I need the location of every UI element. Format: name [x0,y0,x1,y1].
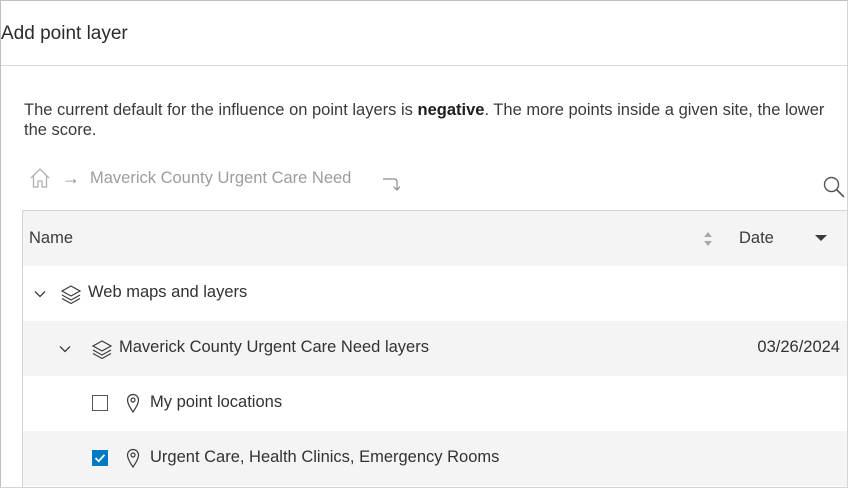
sort-icon[interactable] [702,229,714,249]
row-label: Maverick County Urgent Care Need layers [119,338,429,356]
table-row[interactable]: My point locations [23,376,847,431]
column-header-date[interactable]: Date [739,229,774,248]
chevron-down-icon[interactable] [33,287,47,301]
description-prefix: The current default for the influence on… [24,101,418,119]
row-label: My point locations [150,393,283,411]
add-point-layer-dialog: Add point layer The current default for … [0,0,848,488]
table-row[interactable]: Maverick County Urgent Care Need layers … [23,321,847,376]
layers-icon [60,285,82,305]
checkmark-icon [94,454,106,463]
chevron-down-icon[interactable] [58,342,72,356]
breadcrumb-current[interactable]: Maverick County Urgent Care Need [90,169,351,188]
table-header: Name Date [23,211,847,266]
map-pin-icon [126,393,140,413]
row-date: 03/26/2024 [757,338,840,356]
table-row[interactable]: Web maps and layers [23,266,847,321]
column-header-name[interactable]: Name [29,229,73,248]
row-label: Web maps and layers [88,283,248,301]
caret-down-icon[interactable] [814,233,828,243]
search-icon[interactable] [822,175,846,199]
map-pin-icon [126,448,140,468]
row-label: Urgent Care, Health Clinics, Emergency R… [150,448,500,466]
return-arrow-icon[interactable] [382,173,400,193]
layer-checkbox[interactable] [92,450,108,466]
description-emphasis: negative [417,101,485,119]
home-icon[interactable] [29,167,51,189]
breadcrumb-separator: → [62,168,80,188]
dialog-title: Add point layer [1,23,128,44]
layer-checkbox[interactable] [92,395,108,411]
content-table: Name Date Web maps and layers Maverick C… [22,210,847,487]
title-divider [1,65,847,66]
layers-icon [91,340,113,360]
dialog-description: The current default for the influence on… [24,100,846,140]
table-row[interactable]: Urgent Care, Health Clinics, Emergency R… [23,431,847,486]
